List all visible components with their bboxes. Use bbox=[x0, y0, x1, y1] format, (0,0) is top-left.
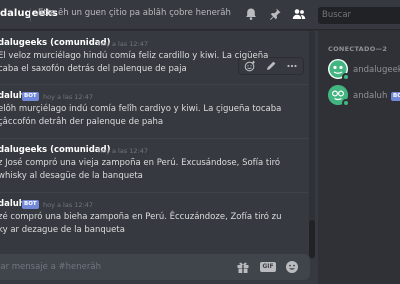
message-author[interactable]: dalugeeks (comunidad) bbox=[0, 38, 111, 48]
pin-icon[interactable] bbox=[268, 7, 282, 21]
online-status-icon bbox=[342, 73, 350, 81]
search-placeholder: Buscar bbox=[322, 10, 352, 20]
member-bot-badge: BOT bbox=[391, 92, 400, 101]
members-online-heading: CONECTADO—2 bbox=[328, 45, 388, 53]
bot-badge: BOT bbox=[22, 92, 39, 101]
emoji-icon[interactable] bbox=[285, 260, 299, 274]
message-text: caba el saxofón detrás del palenque de p… bbox=[0, 64, 187, 74]
composer-placeholder: iar mensaje a #henerâh bbox=[0, 262, 101, 272]
members-icon[interactable] bbox=[292, 7, 306, 21]
scrollbar-thumb[interactable] bbox=[309, 220, 315, 258]
gif-button[interactable]: GIF bbox=[260, 262, 276, 272]
member-name: andaluh bbox=[353, 91, 388, 101]
channel-header: dalugeeks Ètte êh un guen çitio pa ablâh… bbox=[0, 0, 400, 30]
message-timestamp: hoy a las 12:47 bbox=[43, 93, 94, 101]
message-text: z José compró una vieja zampoña en Perú.… bbox=[0, 158, 281, 168]
online-status-icon bbox=[342, 99, 350, 107]
message-text: whisky al desagüe de la banqueta bbox=[0, 171, 143, 181]
message-text: çâccofón detrâh der palenque de paha bbox=[0, 117, 164, 127]
message-text: El veloz murciélago hindú comía feliz ca… bbox=[0, 51, 269, 61]
channel-topic: Ètte êh un guen çitio pa ablâh çobre hen… bbox=[38, 8, 231, 18]
header-divider bbox=[30, 8, 31, 22]
message-text: elôh murçiélago indú comía felîh cardiyo… bbox=[0, 104, 282, 114]
message-text: ky ar dezague de la banqueta bbox=[0, 225, 125, 235]
message-composer[interactable]: iar mensaje a #henerâh GIF bbox=[0, 254, 310, 280]
search-input[interactable]: Buscar bbox=[318, 7, 400, 24]
gift-icon[interactable] bbox=[236, 260, 250, 274]
message-divider bbox=[0, 138, 310, 139]
message-list: dalugeeks (comunidad) hoy a las 12:47 El… bbox=[0, 31, 310, 259]
message-timestamp: hoy a las 12:47 bbox=[43, 201, 94, 209]
message-timestamp: hoy a las 12:47 bbox=[98, 147, 149, 155]
message-divider bbox=[0, 192, 310, 193]
more-options-icon[interactable] bbox=[286, 60, 298, 72]
member-list: CONECTADO—2 andalugeeks andaluh bbox=[318, 31, 400, 284]
message-divider bbox=[0, 84, 310, 85]
bot-badge: BOT bbox=[22, 200, 39, 209]
message-author[interactable]: dalugeeks (comunidad) bbox=[0, 145, 111, 155]
member-name: andalugeeks bbox=[353, 65, 400, 75]
message-timestamp: hoy a las 12:47 bbox=[98, 40, 149, 48]
message-text: zé compró una bieha zampoña en Perú. Êcc… bbox=[0, 212, 282, 222]
bell-icon[interactable] bbox=[244, 7, 258, 21]
